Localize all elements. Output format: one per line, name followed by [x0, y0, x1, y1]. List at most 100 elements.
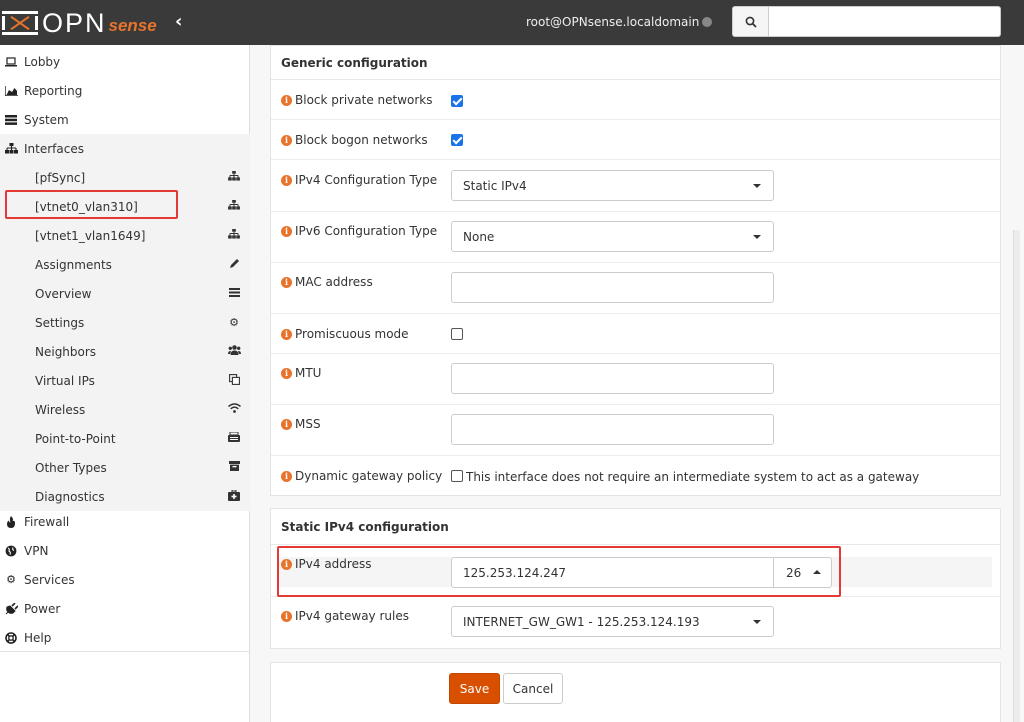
sidebar-item-system[interactable]: System: [0, 105, 250, 134]
row-ipv4-address: i IPv4 address 26: [271, 545, 1001, 597]
sidebar-item-other-types[interactable]: Other Types: [0, 453, 250, 482]
info-icon[interactable]: i: [281, 610, 292, 622]
label-text: Dynamic gateway policy: [295, 469, 443, 483]
sidebar-item-assignments[interactable]: Assignments: [0, 250, 250, 279]
cancel-button[interactable]: Cancel: [503, 673, 563, 704]
sidebar-item-interfaces[interactable]: Interfaces: [0, 134, 250, 163]
user-label[interactable]: root@OPNsense.localdomain: [526, 15, 699, 29]
sidebar-item-overview[interactable]: Overview: [0, 279, 250, 308]
sidebar-item-help[interactable]: Help: [0, 623, 250, 652]
sidebar-item-label: Wireless: [35, 402, 86, 417]
clone-icon: [226, 373, 242, 388]
plug-icon: [4, 602, 18, 615]
info-icon[interactable]: i: [281, 174, 292, 186]
sidebar-item-firewall[interactable]: Firewall: [0, 507, 250, 536]
sidebar-item-point-to-point[interactable]: Point-to-Point: [0, 424, 250, 453]
sidebar-item-wireless[interactable]: Wireless: [0, 395, 250, 424]
row-mac-address: i MAC address: [271, 263, 1001, 314]
ipv4-type-select[interactable]: Static IPv4: [451, 170, 774, 201]
sidebar-item-settings[interactable]: Settings ⚙: [0, 308, 250, 337]
dynamic-gateway-checkbox[interactable]: [451, 470, 463, 482]
info-icon[interactable]: i: [281, 134, 292, 146]
label-text: IPv6 Configuration Type: [295, 224, 438, 238]
field-label: i MTU: [281, 366, 321, 380]
info-icon[interactable]: i: [281, 367, 292, 379]
archive-icon: [226, 461, 242, 474]
label-text: Block bogon networks: [295, 133, 428, 147]
fire-icon: [4, 515, 18, 528]
row-block-private: i Block private networks: [271, 80, 1001, 120]
sidebar-item-vpn[interactable]: VPN: [0, 536, 250, 565]
sidebar-item-reporting[interactable]: Reporting: [0, 76, 250, 105]
row-dynamic-gateway: i Dynamic gateway policy This interface …: [271, 456, 1001, 496]
label-text: IPv4 gateway rules: [295, 609, 409, 623]
block-private-checkbox[interactable]: [451, 95, 463, 107]
ipv6-type-select[interactable]: None: [451, 221, 774, 252]
promiscuous-checkbox[interactable]: [451, 328, 463, 340]
label-text: Promiscuous mode: [295, 327, 409, 341]
sidebar-item-vtnet1-vlan1649[interactable]: [vtnet1_vlan1649]: [0, 221, 250, 250]
panel-title: Static IPv4 configuration: [271, 509, 1000, 545]
pencil-icon: [226, 258, 242, 272]
ipv4-address-input[interactable]: [451, 557, 774, 588]
info-icon[interactable]: i: [281, 276, 292, 288]
opnsense-logo[interactable]: OPN sense: [2, 9, 157, 37]
sidebar-item-vtnet0-vlan310[interactable]: [vtnet0_vlan310]: [0, 192, 250, 221]
field-label: i MSS: [281, 417, 321, 431]
save-button[interactable]: Save: [449, 673, 500, 704]
panel-title: Generic configuration: [271, 46, 1000, 80]
opnsense-logo-icon: [2, 11, 38, 35]
search-button[interactable]: [732, 6, 769, 37]
sidebar: Lobby Reporting System Interfaces [pfSyn…: [0, 45, 250, 722]
top-navbar: OPN sense ‹ root@OPNsense.localdomain: [0, 0, 1024, 45]
ipv4-gateway-select[interactable]: INTERNET_GW_GW1 - 125.253.124.193: [451, 606, 774, 637]
sidebar-item-label: Reporting: [24, 83, 83, 98]
dynamic-gateway-description: This interface does not require an inter…: [466, 470, 920, 484]
row-mtu: i MTU: [271, 354, 1001, 405]
sidebar-item-label: Lobby: [24, 54, 61, 69]
sidebar-item-label: Point-to-Point: [35, 431, 116, 446]
info-icon[interactable]: i: [281, 94, 292, 106]
scrollbar[interactable]: [1013, 230, 1020, 722]
logo-text: OPN: [42, 8, 107, 38]
fax-icon: [226, 431, 242, 445]
server-icon: [4, 114, 18, 125]
select-value: Static IPv4: [463, 178, 527, 193]
users-icon: [226, 345, 242, 358]
sidebar-item-virtual-ips[interactable]: Virtual IPs: [0, 366, 250, 395]
logo-sense-text: sense: [108, 16, 157, 35]
list-icon: [226, 287, 242, 300]
chevron-left-icon[interactable]: ‹: [175, 12, 182, 32]
info-icon[interactable]: i: [281, 470, 292, 482]
info-icon[interactable]: i: [281, 225, 292, 237]
sidebar-item-pfsync[interactable]: [pfSync]: [0, 163, 250, 192]
block-bogon-checkbox[interactable]: [451, 134, 463, 146]
mtu-input[interactable]: [451, 363, 774, 394]
sitemap-icon: [4, 143, 18, 154]
label-text: MAC address: [295, 275, 373, 289]
field-label: i IPv4 Configuration Type: [281, 173, 437, 187]
cog-icon: ⚙: [6, 573, 16, 586]
sidebar-item-label: Other Types: [35, 460, 107, 475]
sidebar-item-label: Help: [24, 630, 52, 645]
info-icon[interactable]: i: [281, 418, 292, 430]
mac-address-input[interactable]: [451, 272, 774, 303]
label-text: IPv4 address: [295, 557, 372, 571]
main-content: Generic configuration i Block private ne…: [250, 45, 1024, 722]
sidebar-item-services[interactable]: ⚙ Services: [0, 565, 250, 594]
sidebar-item-lobby[interactable]: Lobby: [0, 47, 250, 76]
globe-icon: [4, 545, 18, 557]
sidebar-item-power[interactable]: Power: [0, 594, 250, 623]
field-label: i MAC address: [281, 275, 373, 289]
row-mss: i MSS: [271, 405, 1001, 456]
subnet-mask-select[interactable]: 26: [773, 557, 832, 588]
field-label: i Dynamic gateway policy: [281, 469, 442, 483]
caret-down-icon: [753, 235, 761, 239]
info-icon[interactable]: i: [281, 328, 292, 340]
label-text: IPv4 Configuration Type: [295, 173, 438, 187]
search-input[interactable]: [769, 6, 1001, 37]
sidebar-item-neighbors[interactable]: Neighbors: [0, 337, 250, 366]
info-icon[interactable]: i: [281, 558, 292, 570]
mss-input[interactable]: [451, 414, 774, 445]
row-block-bogon: i Block bogon networks: [271, 120, 1001, 160]
